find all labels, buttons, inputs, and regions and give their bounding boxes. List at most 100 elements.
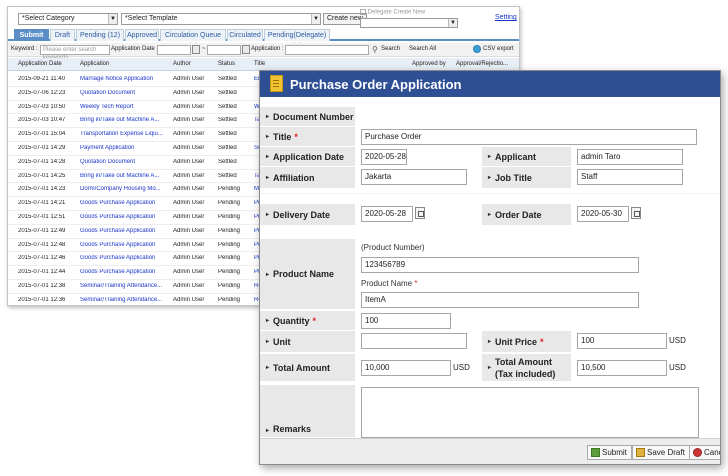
row-status: Settled (218, 172, 237, 179)
row-status: Pending (218, 255, 241, 262)
search-icon[interactable]: ⚲ (372, 45, 378, 54)
row-app[interactable]: Goods Purchase Application (80, 228, 170, 234)
save-icon (636, 448, 645, 457)
total-amount-input[interactable]: 10,000 (361, 360, 451, 376)
row-app[interactable]: Goods Purchase Application (80, 200, 170, 206)
row-status: Pending (218, 186, 241, 193)
tab-pending-delegate[interactable]: Pending(Delegate) (5) (264, 29, 330, 50)
purchase-order-dialog: Purchase Order Application ▸ Document Num… (259, 70, 721, 465)
calendar-icon[interactable] (631, 207, 641, 219)
row-author: Admin User (173, 296, 205, 303)
col-application[interactable]: Application (80, 61, 109, 67)
total-tax-input[interactable]: 10,500 (577, 360, 667, 376)
unit-input[interactable] (361, 333, 467, 349)
delegate-select[interactable]: ▼ (360, 18, 458, 28)
doc-number-label: ▸ Document Number (260, 107, 355, 127)
title-input[interactable]: Purchase Order (361, 129, 697, 145)
tab-approved[interactable]: Approved (125, 29, 159, 41)
save-draft-button[interactable]: Save Draft (632, 445, 690, 460)
row-app[interactable]: Seminar/Training Attendance... (80, 283, 170, 289)
calendar-icon[interactable] (415, 207, 425, 219)
row-app[interactable]: Weekly Tech Report (80, 104, 170, 110)
row-date: 2015-07-03 10:47 (18, 117, 66, 124)
col-application-date[interactable]: Application Date (18, 61, 62, 67)
row-app[interactable]: Quotation Document (80, 90, 170, 96)
row-status: Settled (218, 103, 237, 110)
tab-circulated[interactable]: Circulated (227, 29, 263, 41)
row-app[interactable]: Bring in/Take out Machine A... (80, 117, 170, 123)
tab-submit[interactable]: Submit (14, 29, 49, 41)
row-app[interactable]: Goods Purchase Application (80, 255, 170, 261)
delegate-checkbox[interactable] (360, 9, 366, 15)
row-app[interactable]: Goods Purchase Application (80, 242, 170, 248)
date-from-input[interactable] (157, 45, 191, 55)
search-all-button[interactable]: Search All (409, 46, 436, 52)
delegate-create-new[interactable]: Delegate Create New (360, 9, 425, 16)
save-draft-button-label: Save Draft (647, 448, 685, 457)
job-title-label: ▸ Job Title (482, 167, 571, 189)
row-date: 2015-07-01 12:38 (18, 283, 66, 289)
row-app[interactable]: Seminar/Training Attendance... (80, 297, 170, 303)
row-app[interactable]: Dorm/Company Housing Mo... (80, 186, 170, 192)
search-button[interactable]: Search (381, 46, 400, 52)
order-date-label: ▸ Order Date (482, 204, 571, 226)
col-approved-by[interactable]: Approved by (412, 61, 446, 67)
product-name-sublabel: Product Name * (361, 279, 418, 288)
submit-button[interactable]: Submit (587, 445, 632, 460)
application-filter-select[interactable] (285, 45, 369, 55)
order-date-input[interactable]: 2020-05-30 (577, 206, 629, 222)
dialog-title: Purchase Order Application (290, 77, 462, 92)
row-author: Admin User (173, 255, 205, 262)
row-app[interactable]: Quotation Document (80, 159, 170, 165)
col-title[interactable]: Title (254, 61, 265, 67)
job-title-input[interactable]: Staff (577, 169, 683, 185)
product-number-input[interactable]: 123456789 (361, 257, 639, 273)
row-app[interactable]: Goods Purchase Application (80, 269, 170, 275)
affiliation-input[interactable]: Jakarta (361, 169, 467, 185)
delivery-date-input[interactable]: 2020-05-28 (361, 206, 413, 222)
col-author[interactable]: Author (173, 61, 191, 67)
calendar-icon[interactable] (242, 45, 250, 54)
tab-pending[interactable]: Pending (12) (76, 29, 124, 41)
document-icon (270, 75, 283, 92)
row-app[interactable]: Bring in/Take out Machine A... (80, 173, 170, 179)
calendar-icon[interactable] (192, 45, 200, 54)
tab-circulation-queue[interactable]: Circulation Queue (3) (160, 29, 226, 50)
quantity-label: ▸ Quantity * (260, 311, 355, 331)
row-author: Admin User (173, 283, 205, 289)
row-app[interactable]: Goods Purchase Application (80, 214, 170, 220)
applicant-input[interactable]: admin Taro (577, 149, 683, 165)
quantity-input[interactable]: 100 (361, 313, 451, 329)
row-status: Pending (218, 283, 241, 289)
col-approval-rejection[interactable]: Approval/Rejectio... (456, 61, 508, 67)
keyword-input[interactable]: Please enter search keywords (40, 45, 110, 61)
row-status: Settled (218, 89, 237, 96)
col-status[interactable]: Status (218, 61, 235, 67)
total-amount-label: ▸ Total Amount (260, 354, 355, 382)
csv-export-button[interactable]: CSV export (483, 46, 514, 52)
row-author: Admin User (173, 103, 205, 110)
tab-draft[interactable]: Draft (50, 29, 75, 41)
delivery-date-label: ▸ Delivery Date (260, 204, 355, 226)
chevron-down-icon: ▼ (448, 19, 457, 27)
row-status: Pending (218, 269, 241, 276)
row-app[interactable]: Payment Application (80, 145, 170, 151)
app-date-input[interactable]: 2020-05-28 (361, 149, 407, 165)
row-status: Settled (218, 158, 237, 165)
unit-price-input[interactable]: 100 (577, 333, 667, 349)
row-app[interactable]: Transportation Expense Liqui... (80, 131, 170, 137)
row-author: Admin User (173, 214, 205, 220)
date-to-input[interactable] (207, 45, 241, 55)
remarks-textarea[interactable] (361, 387, 699, 438)
row-date: 2015-07-01 14:25 (18, 172, 66, 179)
product-name-input[interactable]: ItemA (361, 292, 639, 308)
setting-link[interactable]: Setting (495, 14, 517, 21)
category-select[interactable]: *Select Category ▼ (18, 13, 118, 25)
template-select[interactable]: *Select Template ▼ (121, 13, 321, 25)
csv-export-icon[interactable] (473, 45, 481, 53)
row-date: 2015-07-01 12:48 (18, 241, 66, 248)
cancel-button[interactable]: Cancel (689, 445, 720, 460)
row-app[interactable]: Marriage Notice Application (80, 76, 170, 82)
date-range-separator: ~ (202, 46, 206, 52)
remarks-label: ▸ Remarks (260, 385, 355, 438)
